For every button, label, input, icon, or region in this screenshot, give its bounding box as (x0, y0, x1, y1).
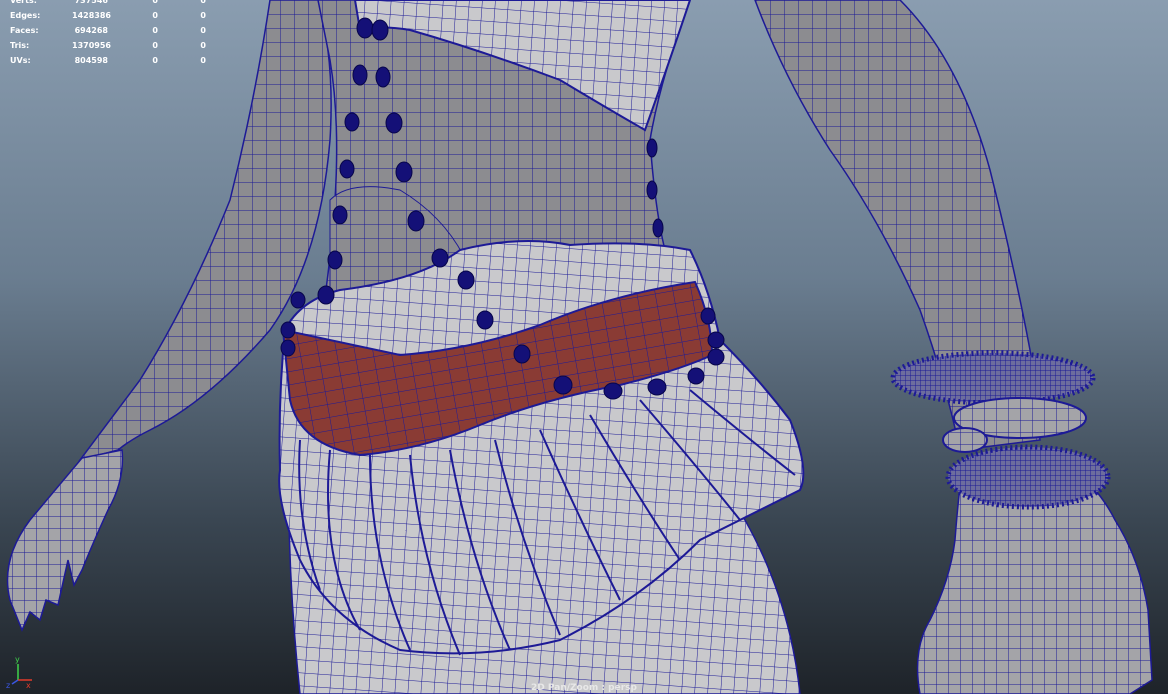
hud-row-value: 0 (152, 26, 158, 35)
bracelet-stack[interactable] (890, 350, 1111, 510)
left-hand-mesh[interactable] (6, 449, 124, 632)
camera-name-label: 2D Pan/Zoom : persp (531, 683, 637, 693)
hud-row-value: 0 (152, 0, 158, 5)
hud-row: Tris: 1370956 0 0 (10, 38, 206, 53)
spiky-bracelet-bottom[interactable] (945, 444, 1111, 510)
hud-row-label: Edges: (10, 11, 41, 20)
hud-row-label: Tris: (10, 41, 30, 50)
hud-row-value: 694268 (74, 26, 108, 35)
hud-row-value: 0 (200, 56, 206, 65)
hud-row-value: 0 (200, 26, 206, 35)
hud-row-value: 0 (152, 56, 158, 65)
maya-perspective-viewport[interactable]: Verts: 737546 0 0 Edges: 1428386 0 0 Faces: 69426… (0, 0, 1168, 694)
hud-row-label: Verts: (10, 0, 37, 5)
poly-count-hud: Verts: 737546 0 0 Edges: 1428386 0 0 Faces: 69426… (10, 0, 206, 68)
hud-row-value: 0 (152, 41, 158, 50)
coiled-bangle[interactable] (942, 427, 988, 453)
wireframe-character-mesh[interactable] (0, 0, 1168, 694)
hud-row: Faces: 694268 0 0 (10, 23, 206, 38)
hud-row: UVs: 804598 0 0 (10, 53, 206, 68)
hud-row: Verts: 737546 0 0 (10, 0, 206, 8)
hud-row-label: UVs: (10, 56, 31, 65)
hud-row-value: 1370956 (72, 41, 111, 50)
hud-row-value: 0 (152, 11, 158, 20)
axis-y-label: y (15, 655, 20, 664)
hud-row-value: 0 (200, 11, 206, 20)
hud-row-value: 804598 (74, 56, 108, 65)
hud-row-value: 737546 (74, 0, 108, 5)
hud-row-label: Faces: (10, 26, 39, 35)
hud-row-value: 0 (200, 0, 206, 5)
spiky-bracelet-top[interactable] (890, 350, 1096, 406)
hud-row: Edges: 1428386 0 0 (10, 8, 206, 23)
hud-row-value: 0 (200, 41, 206, 50)
hud-row-value: 1428386 (72, 11, 111, 20)
